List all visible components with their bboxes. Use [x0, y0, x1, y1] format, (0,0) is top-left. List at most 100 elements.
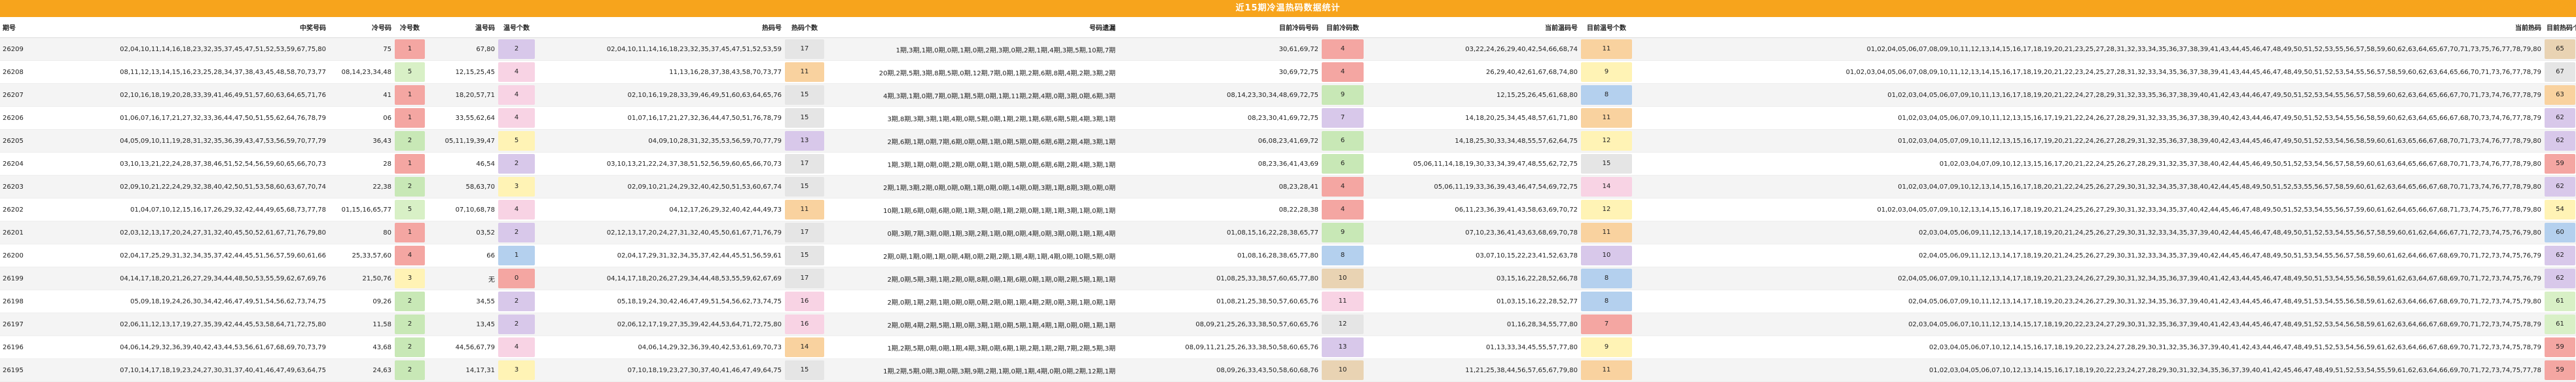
cell-hot: 07,10,18,19,23,27,30,37,40,41,46,47,49,6…	[535, 358, 784, 382]
cell-warm-count: 4	[498, 335, 535, 359]
cell-warm: 33,55,62,64	[426, 106, 498, 130]
cell-hot: 05,18,19,24,30,42,46,47,49,51,54,56,62,7…	[535, 290, 784, 313]
cell-cur-hot: 02,04,05,06,09,11,12,13,14,17,18,19,20,2…	[1633, 244, 2544, 267]
cell-cur-warm: 01,16,28,34,55,77,80	[1364, 313, 1580, 336]
cell-win: 02,03,12,13,17,20,24,27,31,32,40,45,50,5…	[29, 221, 329, 244]
cell-win: 02,09,10,21,22,24,29,32,38,40,42,50,51,5…	[29, 175, 329, 199]
col-header-win: 中奖号码	[29, 17, 329, 38]
cell-cur-cold-count-badge: 10	[1322, 269, 1364, 288]
cell-cur-cold: 08,23,36,41,43,69	[1118, 152, 1321, 176]
cell-hot-count: 16	[784, 313, 825, 336]
cell-cur-cold-count-badge: 11	[1322, 292, 1364, 311]
cell-cold-count: 5	[394, 198, 426, 221]
cell-cur-warm-count-badge: 12	[1581, 131, 1632, 151]
cell-warm-count-badge: 3	[498, 360, 535, 380]
cell-miss: 1期,3期,1期,0期,0期,2期,0期,0期,1期,0期,5期,0期,6期,6…	[825, 152, 1118, 176]
cell-hot-count-badge: 17	[785, 154, 824, 174]
cell-cur-hot: 01,02,03,04,05,06,07,10,12,13,14,15,16,1…	[1633, 358, 2544, 382]
col-header-cur-warm-count: 目前温号个数	[1580, 17, 1633, 38]
cell-miss: 20期,2期,5期,3期,8期,5期,0期,12期,7期,0期,1期,2期,6期…	[825, 60, 1118, 84]
cell-issue: 26198	[0, 290, 29, 313]
cell-cur-warm: 12,15,25,26,45,61,68,80	[1364, 83, 1580, 107]
col-header-cur-hot-count: 目前热码个数	[2544, 17, 2576, 38]
cell-cold: 75	[329, 37, 394, 61]
cell-cur-cold-count: 7	[1321, 106, 1364, 130]
cell-cur-warm-count: 8	[1580, 83, 1633, 107]
cell-cur-cold-count-badge: 10	[1322, 360, 1364, 380]
cell-cur-hot-count-badge: 59	[2545, 154, 2575, 174]
cell-warm-count: 2	[498, 152, 535, 176]
cell-hot-count: 15	[784, 358, 825, 382]
cell-hot: 02,10,16,19,28,33,39,46,49,51,60,63,64,6…	[535, 83, 784, 107]
cell-issue: 26209	[0, 37, 29, 61]
table-row: 26198 05,09,18,19,24,26,30,34,42,46,47,49…	[0, 290, 2576, 313]
cell-warm-count-badge: 2	[498, 292, 535, 311]
cell-cold-count: 2	[394, 335, 426, 359]
cell-hot-count-badge: 15	[785, 246, 824, 265]
cell-cur-warm-count: 12	[1580, 198, 1633, 221]
cell-win: 02,04,17,25,29,31,32,34,35,37,42,44,45,5…	[29, 244, 329, 267]
cell-cur-hot-count: 62	[2544, 244, 2576, 267]
cell-cur-cold-count: 4	[1321, 198, 1364, 221]
cell-cur-cold: 01,08,21,25,38,50,57,60,65,76	[1118, 290, 1321, 313]
col-header-cur-warm: 当前温码号	[1364, 17, 1580, 38]
cell-hot-count: 15	[784, 83, 825, 107]
cell-win: 01,04,07,10,12,15,16,17,26,29,32,42,44,4…	[29, 198, 329, 221]
col-header-cold-count: 冷号数	[394, 17, 426, 38]
cell-cur-hot: 02,03,04,05,06,09,11,12,13,14,17,18,19,2…	[1633, 221, 2544, 244]
cell-warm: 13,45	[426, 313, 498, 336]
cell-cur-hot-count-badge: 62	[2545, 269, 2575, 288]
cell-miss: 3期,8期,3期,3期,1期,4期,0期,5期,0期,1期,2期,1期,6期,6…	[825, 106, 1118, 130]
cell-cur-cold-count-badge: 4	[1322, 177, 1364, 197]
cell-hot-count-badge: 16	[785, 292, 824, 311]
cell-cur-warm-count: 11	[1580, 37, 1633, 61]
cell-warm-count-badge: 0	[498, 269, 535, 288]
cell-hot-count-badge: 17	[785, 39, 824, 59]
cell-cur-cold-count-badge: 12	[1322, 315, 1364, 334]
cell-cur-cold-count-badge: 4	[1322, 39, 1364, 59]
cell-warm-count: 4	[498, 60, 535, 84]
cell-cold-count-badge: 1	[395, 39, 425, 59]
cell-win: 03,10,13,21,22,24,28,37,38,46,51,52,54,5…	[29, 152, 329, 176]
cell-cold: 80	[329, 221, 394, 244]
cell-cold-count: 1	[394, 221, 426, 244]
cell-cold-count-badge: 1	[395, 223, 425, 242]
cell-cur-hot-count-badge: 62	[2545, 246, 2575, 265]
cell-cur-cold: 08,09,11,21,25,26,33,38,50,58,60,65,76	[1118, 335, 1321, 359]
cell-warm-count: 2	[498, 221, 535, 244]
cell-cur-cold-count: 10	[1321, 267, 1364, 290]
cell-cold: 24,63	[329, 358, 394, 382]
cell-miss: 4期,3期,1期,0期,7期,0期,1期,5期,0期,1期,11期,2期,4期,…	[825, 83, 1118, 107]
cell-hot-count-badge: 15	[785, 108, 824, 128]
cell-hot: 02,06,12,17,19,27,35,39,42,44,53,64,71,7…	[535, 313, 784, 336]
cell-win: 04,05,09,10,11,19,28,31,32,35,36,39,43,4…	[29, 129, 329, 153]
cell-miss: 2期,1期,3期,2期,0期,0期,0期,1期,0期,0期,14期,0期,3期,…	[825, 175, 1118, 199]
cell-win: 02,10,16,18,19,20,28,33,39,41,46,49,51,5…	[29, 83, 329, 107]
cell-hot: 02,04,10,11,14,16,18,23,32,35,37,45,47,5…	[535, 37, 784, 61]
cell-cur-hot-count-badge: 67	[2545, 62, 2575, 82]
cell-miss: 2期,0期,1期,0期,1期,0期,4期,0期,2期,2期,1期,4期,1期,4…	[825, 244, 1118, 267]
cell-cur-hot-count: 62	[2544, 267, 2576, 290]
cell-cur-cold-count-badge: 7	[1322, 108, 1364, 128]
cell-cur-warm-count: 8	[1580, 267, 1633, 290]
cell-cold: 01,15,16,65,77	[329, 198, 394, 221]
cell-hot: 04,14,17,18,20,26,27,29,34,44,48,53,55,5…	[535, 267, 784, 290]
cell-cold-count-badge: 1	[395, 85, 425, 105]
cell-warm: 34,55	[426, 290, 498, 313]
cell-cur-hot-count: 59	[2544, 152, 2576, 176]
cell-hot-count-badge: 13	[785, 131, 824, 151]
cell-warm-count-badge: 2	[498, 39, 535, 59]
cell-warm-count-badge: 4	[498, 85, 535, 105]
cell-warm-count-badge: 3	[498, 177, 535, 197]
cell-cur-cold-count-badge: 8	[1322, 246, 1364, 265]
cell-warm-count-badge: 2	[498, 223, 535, 242]
cell-cold: 25,33,57,60	[329, 244, 394, 267]
cell-cur-hot-count: 63	[2544, 83, 2576, 107]
col-header-cur-cold: 目前冷码号码	[1118, 17, 1321, 38]
cell-warm-count: 4	[498, 198, 535, 221]
cell-cur-warm: 14,18,25,30,33,34,48,55,57,62,64,75	[1364, 129, 1580, 153]
cell-cur-hot-count-badge: 62	[2545, 177, 2575, 197]
cell-warm-count-badge: 4	[498, 337, 535, 357]
cell-cur-cold: 08,09,26,33,43,50,58,60,68,76	[1118, 358, 1321, 382]
cell-issue: 26202	[0, 198, 29, 221]
